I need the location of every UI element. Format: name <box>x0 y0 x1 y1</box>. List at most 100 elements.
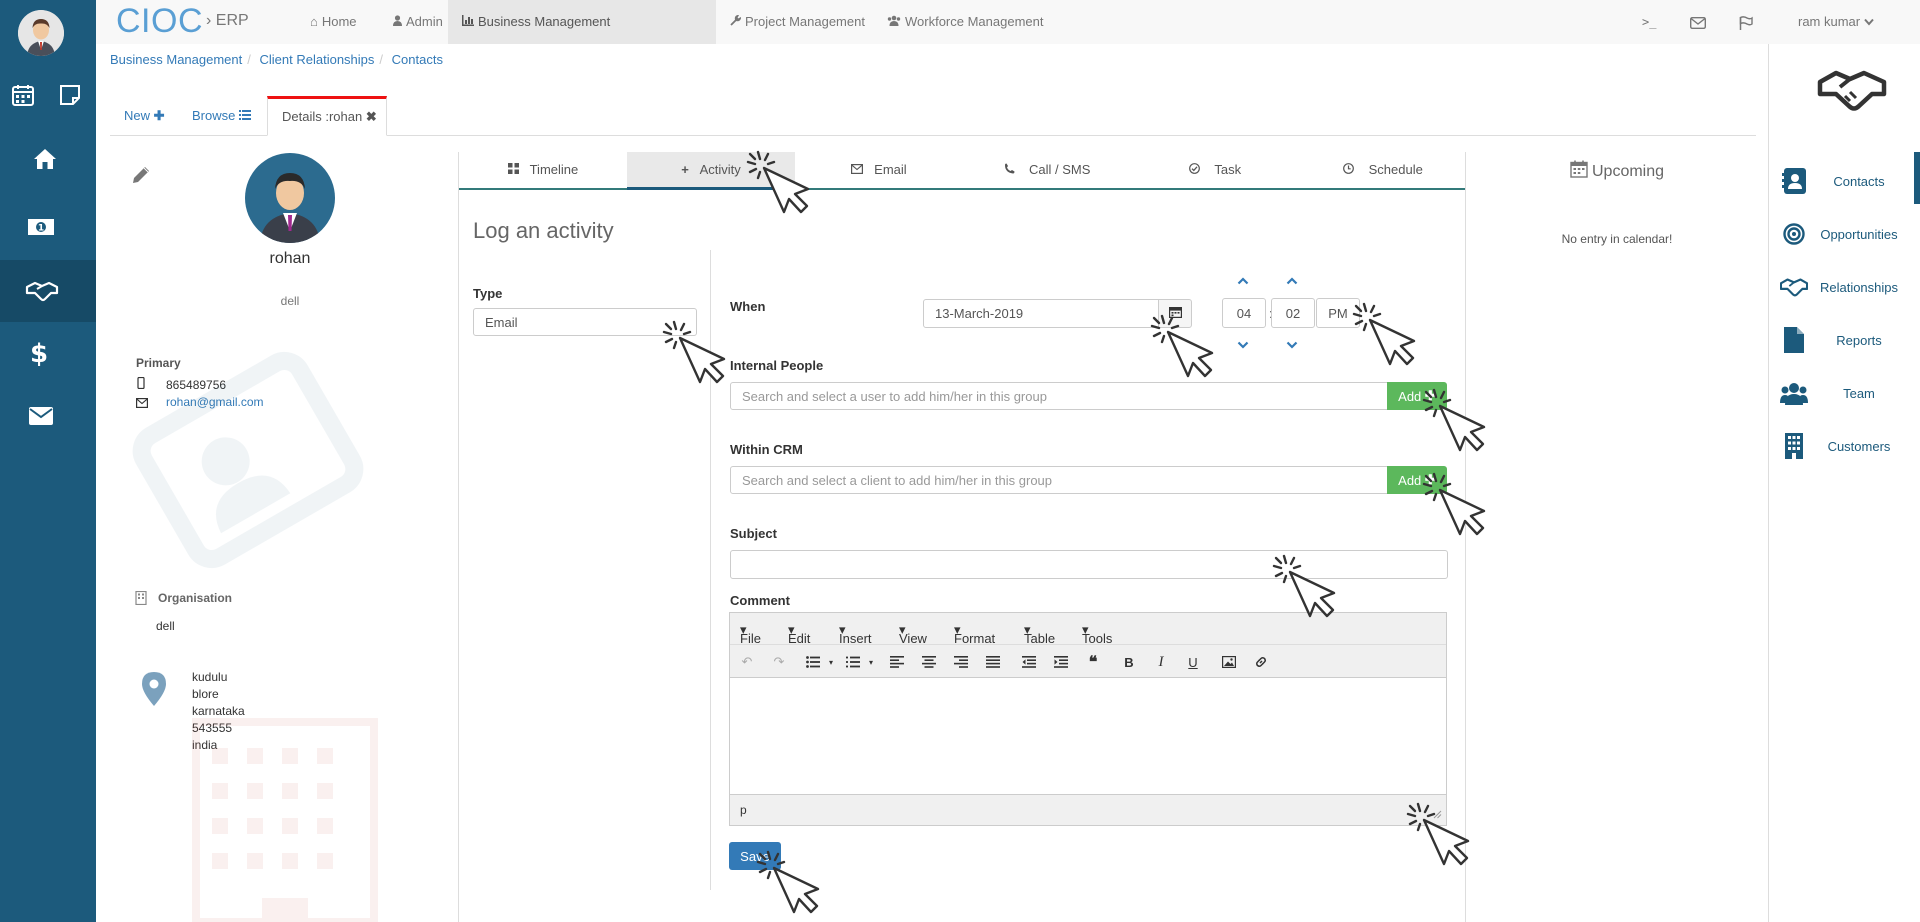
right-panel-scroll-indicator[interactable] <box>1914 152 1920 204</box>
comment-editor: File ▾ Edit ▾ Insert ▾ View ▾ Format ▾ T… <box>729 612 1447 826</box>
menu-file[interactable]: File ▾ <box>740 622 761 646</box>
tab-schedule[interactable]: Schedule <box>1299 152 1467 188</box>
contact-name: rohan <box>269 250 311 267</box>
type-select[interactable]: Email <box>473 308 697 336</box>
resize-handle-icon[interactable] <box>1433 807 1442 822</box>
brand-logo[interactable]: CIOC <box>116 2 203 41</box>
upcoming-panel: Upcoming No entry in calendar! <box>1466 152 1768 452</box>
menu-tools[interactable]: Tools ▾ <box>1082 622 1112 646</box>
right-nav-relationships[interactable]: Relationships <box>1780 271 1910 303</box>
minute-up-chevron-icon[interactable] <box>1286 272 1298 288</box>
nav-home[interactable]: ⌂ Home <box>296 0 371 44</box>
tab-activity[interactable]: + Activity <box>627 152 795 190</box>
subject-input[interactable] <box>730 550 1448 579</box>
calendar-button[interactable] <box>1158 299 1192 328</box>
right-nav-customers[interactable]: Customers <box>1780 430 1910 462</box>
date-input[interactable]: 13-March-2019 <box>923 299 1159 328</box>
add-internal-person-button[interactable]: Add ✚ <box>1387 382 1447 410</box>
mail-icon[interactable] <box>1689 0 1707 44</box>
calendar-icon[interactable] <box>10 82 36 108</box>
within-crm-label: Within CRM <box>730 442 803 457</box>
align-right-icon[interactable] <box>952 653 970 671</box>
dollar-icon[interactable]: $ <box>26 338 52 368</box>
plus-icon: ✚ <box>1424 472 1436 487</box>
breadcrumb-business-management[interactable]: Business Management <box>110 52 242 67</box>
user-avatar[interactable] <box>18 10 64 56</box>
redo-icon[interactable]: ↷ <box>770 653 788 671</box>
nav-project-management[interactable]: Project Management <box>716 0 879 44</box>
flag-icon[interactable] <box>1739 0 1753 44</box>
add-crm-client-button[interactable]: Add ✚ <box>1387 466 1447 494</box>
breadcrumb-contacts[interactable]: Contacts <box>392 52 443 67</box>
brand-suffix: › ERP <box>206 12 249 29</box>
hour-up-chevron-icon[interactable] <box>1237 272 1249 288</box>
tab-new[interactable]: New ✚ <box>110 96 179 136</box>
user-menu[interactable]: ram kumar <box>1798 0 1874 44</box>
home-icon[interactable] <box>30 146 60 172</box>
tab-timeline[interactable]: Timeline <box>459 152 627 188</box>
align-center-icon[interactable] <box>920 653 938 671</box>
link-icon[interactable] <box>1252 653 1270 671</box>
align-left-icon[interactable] <box>888 653 906 671</box>
envelope-icon[interactable] <box>26 404 56 428</box>
team-icon <box>1780 379 1808 407</box>
blockquote-icon[interactable]: ❝ <box>1084 653 1102 671</box>
tab-call-sms[interactable]: Call / SMS <box>963 152 1131 188</box>
italic-icon[interactable]: I <box>1152 653 1170 671</box>
left-sidebar: 1 $ <box>0 0 96 922</box>
record-tabs: New ✚ Browse Details :rohan ✖ <box>110 96 1756 136</box>
watermark-contact-icon <box>128 340 368 580</box>
subject-label: Subject <box>730 526 777 541</box>
menu-table[interactable]: Table ▾ <box>1024 622 1055 646</box>
wrench-icon <box>730 0 742 44</box>
numbered-list-icon[interactable] <box>844 653 862 671</box>
nav-admin[interactable]: Admin <box>379 0 457 44</box>
close-icon[interactable]: ✖ <box>366 109 377 124</box>
hour-down-chevron-icon[interactable] <box>1237 336 1249 352</box>
handshake-icon[interactable] <box>24 276 60 306</box>
minute-down-chevron-icon[interactable] <box>1286 336 1298 352</box>
image-icon[interactable] <box>1220 653 1238 671</box>
tab-details[interactable]: Details :rohan ✖ <box>267 96 387 136</box>
menu-edit[interactable]: Edit ▾ <box>788 622 810 646</box>
tab-task[interactable]: Task <box>1131 152 1299 188</box>
menu-format[interactable]: Format ▾ <box>954 622 995 646</box>
upcoming-empty-text: No entry in calendar! <box>1561 232 1673 246</box>
meridian-toggle[interactable]: PM <box>1316 298 1360 328</box>
tab-browse[interactable]: Browse <box>178 96 265 136</box>
terminal-icon[interactable]: >_ <box>1642 0 1656 44</box>
nav-workforce-management[interactable]: Workforce Management <box>873 0 1058 44</box>
align-justify-icon[interactable] <box>984 653 1002 671</box>
save-button[interactable]: Save <box>729 842 781 870</box>
menu-insert[interactable]: Insert ▾ <box>839 622 872 646</box>
minute-input[interactable]: 02 <box>1271 298 1315 328</box>
undo-icon[interactable]: ↶ <box>738 653 756 671</box>
when-label: When <box>730 299 766 314</box>
right-nav-team[interactable]: Team <box>1780 377 1910 409</box>
nav-business-management[interactable]: Business Management <box>448 0 716 44</box>
breadcrumb-client-relationships[interactable]: Client Relationships <box>260 52 375 67</box>
within-crm-search[interactable]: Search and select a client to add him/he… <box>730 466 1388 494</box>
right-nav-contacts[interactable]: Contacts <box>1780 165 1910 197</box>
underline-icon[interactable]: U <box>1184 653 1202 671</box>
outdent-icon[interactable] <box>1020 653 1038 671</box>
right-nav-reports[interactable]: Reports <box>1780 324 1910 356</box>
bullet-list-icon[interactable] <box>804 653 822 671</box>
plus-icon: ✚ <box>1424 388 1436 403</box>
numbered-list-dropdown-icon[interactable]: ▾ <box>862 653 880 671</box>
bullet-list-dropdown-icon[interactable]: ▾ <box>822 653 840 671</box>
hour-input[interactable]: 04 <box>1222 298 1266 328</box>
plus-icon: ✚ <box>153 108 165 123</box>
bold-icon[interactable]: B <box>1120 653 1138 671</box>
notes-icon[interactable] <box>57 82 83 108</box>
money-icon[interactable]: 1 <box>26 214 56 240</box>
editor-content-area[interactable] <box>730 678 1446 794</box>
internal-people-search[interactable]: Search and select a user to add him/her … <box>730 382 1388 410</box>
home-icon: ⌂ <box>310 14 318 29</box>
right-nav-opportunities[interactable]: Opportunities <box>1780 218 1910 250</box>
edit-pencil-icon[interactable] <box>130 164 152 189</box>
tab-email[interactable]: Email <box>795 152 963 188</box>
menu-view[interactable]: View ▾ <box>899 622 927 646</box>
indent-icon[interactable] <box>1052 653 1070 671</box>
editor-menubar: File ▾ Edit ▾ Insert ▾ View ▾ Format ▾ T… <box>730 613 1446 646</box>
